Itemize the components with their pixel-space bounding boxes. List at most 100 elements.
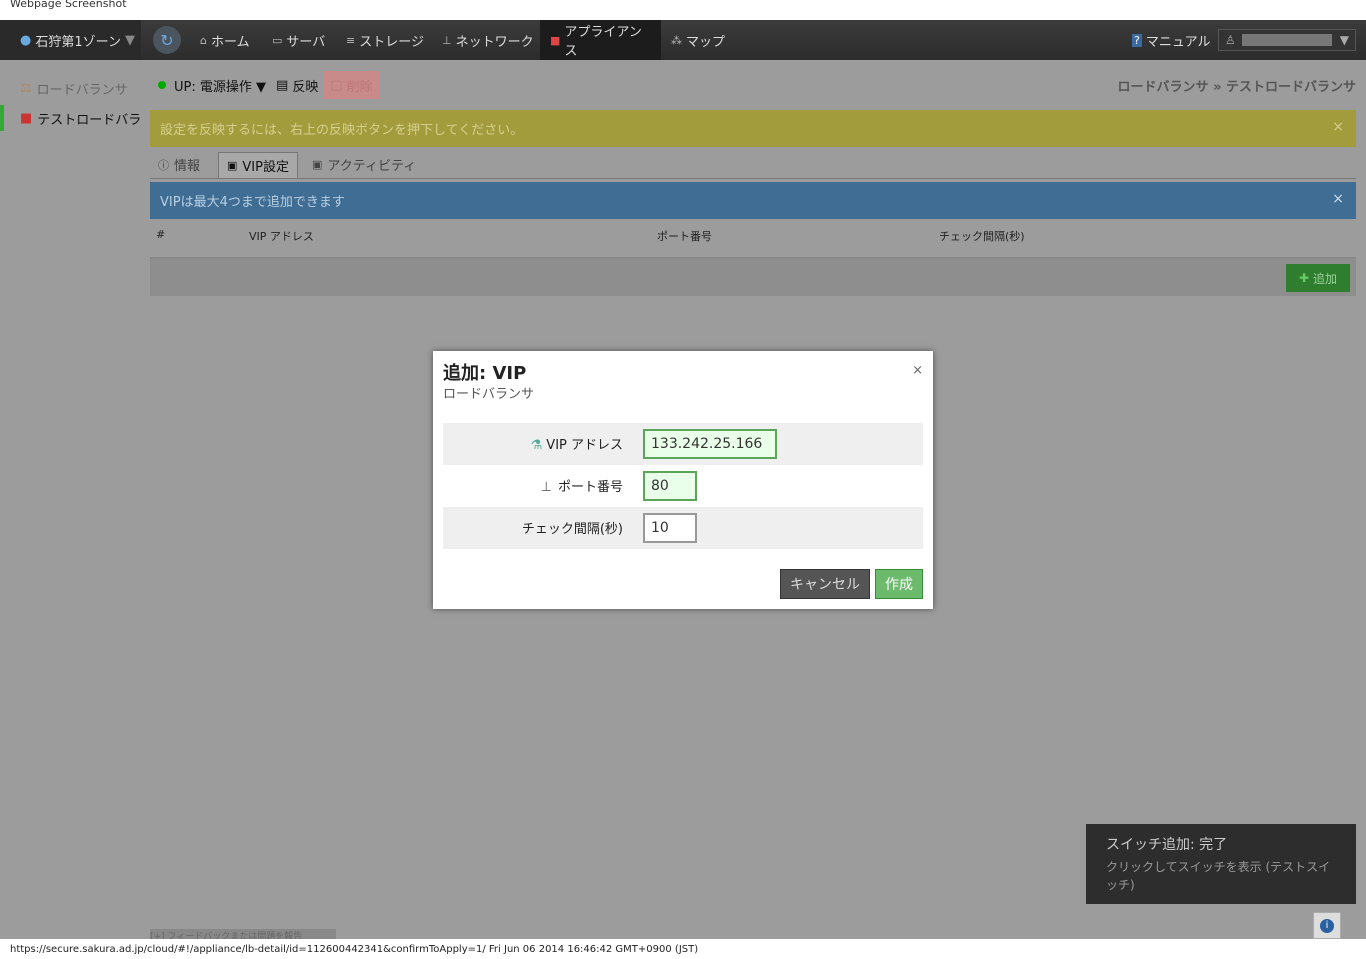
vip-limit-alert: VIPは最大4つまで追加できます ×	[150, 182, 1356, 219]
tab-vip-settings[interactable]: ▣ VIP設定	[218, 152, 298, 178]
appliance-icon: ■	[20, 110, 33, 126]
vip-address-label: ⚗ VIP アドレス	[531, 434, 623, 453]
col-port: ポート番号	[657, 230, 712, 243]
map-icon: ⁂	[671, 33, 682, 47]
chevron-down-icon: ▼	[1339, 33, 1349, 47]
vip-address-label-text: VIP アドレス	[546, 438, 623, 453]
user-icon: ♙	[1225, 33, 1236, 47]
apply-alert-text: 設定を反映するには、右上の反映ボタンを押下してください。	[160, 123, 524, 138]
sidebar-item-label: ロードバランサ	[36, 82, 128, 98]
delete-label: 削除	[346, 79, 373, 95]
apply-label: 反映	[292, 79, 319, 95]
toast-body: クリックしてスイッチを表示 (テストスイッチ)	[1106, 860, 1331, 892]
add-label: 追加	[1313, 271, 1338, 286]
tab-bar: ⓘ 情報 ▣ VIP設定 ▣ アクティビティ	[150, 152, 1356, 179]
dialog-subtitle: ロードバランサ	[443, 387, 535, 402]
port-label: ⊥ ポート番号	[541, 476, 623, 495]
chevron-down-icon: ▼	[256, 79, 267, 95]
monitor-icon: ▣	[312, 158, 323, 171]
sidebar-item-label: テストロードバランサ	[37, 112, 141, 128]
nav-storage[interactable]: ≡ ストレージ	[336, 20, 434, 60]
apply-button[interactable]: ▤ 反映	[276, 76, 318, 95]
nav-map-label: マップ	[686, 34, 726, 50]
zone-selector[interactable]: ● 石狩第1ゾーン ▼	[0, 20, 141, 60]
sidebar: ⚖ ロードバランサ ■ テストロードバランサ	[0, 60, 141, 939]
help-icon: ?	[1132, 33, 1142, 47]
power-menu[interactable]: UP: 電源操作 ▼	[174, 76, 266, 95]
appliance-icon: ■	[550, 33, 561, 47]
sidebar-item-loadbalancer[interactable]: ⚖ ロードバランサ	[0, 75, 141, 101]
home-icon: ⌂	[200, 33, 207, 47]
cancel-button[interactable]: キャンセル	[780, 569, 870, 599]
plus-icon: ✚	[1298, 271, 1310, 285]
table-footer: ✚ 追加	[150, 259, 1356, 296]
nav-appliance-label: アプライアンス	[564, 25, 642, 59]
vip-table-header: # VIP アドレス ポート番号 チェック間隔(秒)	[150, 225, 1356, 259]
dialog-title: 追加: VIP	[443, 363, 527, 384]
storage-icon: ≡	[346, 33, 356, 47]
port-label-text: ポート番号	[557, 480, 623, 495]
create-button[interactable]: 作成	[875, 569, 923, 599]
form-row-vip: ⚗ VIP アドレス 133.242.25.166	[443, 423, 923, 465]
toast-title: スイッチ追加: 完了	[1106, 837, 1228, 853]
nav-network-label: ネットワーク	[455, 34, 534, 50]
breadcrumb: ロードバランサ » テストロードバランサ	[1117, 80, 1356, 95]
info-icon: i	[1320, 918, 1334, 933]
port-input[interactable]: 80	[643, 471, 697, 501]
form-row-port: ⊥ ポート番号 80	[443, 465, 923, 507]
manual-label: マニュアル	[1145, 34, 1211, 50]
user-name-redacted	[1241, 34, 1332, 46]
nav-storage-label: ストレージ	[359, 34, 424, 50]
add-vip-dialog: 追加: VIP ロードバランサ × ⚗ VIP アドレス 133.242.25.1…	[433, 351, 933, 609]
vip-address-input[interactable]: 133.242.25.166	[643, 429, 777, 459]
form-row-interval: チェック間隔(秒) 10	[443, 507, 923, 549]
monitor-icon: ▣	[227, 159, 238, 172]
flask-icon: ⚗	[530, 438, 543, 453]
feedback-link[interactable]: [+] フィードバックまたは問題を報告	[150, 929, 336, 939]
info-icon: ⓘ	[158, 158, 169, 172]
col-check-interval: チェック間隔(秒)	[939, 230, 1025, 243]
browser-caption: Webpage Screenshot	[10, 0, 127, 10]
network-icon: ⊥	[540, 480, 552, 495]
network-icon: ⊥	[442, 33, 452, 47]
globe-icon: ●	[20, 32, 32, 48]
server-icon: ▭	[272, 33, 283, 47]
notification-toast[interactable]: スイッチ追加: 完了 クリックしてスイッチを表示 (テストスイッチ)	[1086, 824, 1356, 904]
refresh-button[interactable]: ↻	[153, 26, 181, 54]
nav-appliance[interactable]: ■ アプライアンス	[540, 20, 661, 60]
col-index: #	[156, 228, 166, 241]
nav-home[interactable]: ⌂ ホーム	[190, 20, 260, 60]
nav-server[interactable]: ▭ サーバ	[262, 20, 335, 60]
sidebar-item-test-loadbalancer[interactable]: ■ テストロードバランサ	[0, 105, 141, 131]
close-icon[interactable]: ×	[1332, 119, 1344, 135]
close-icon[interactable]: ×	[912, 363, 923, 378]
tab-info[interactable]: ⓘ 情報	[150, 152, 208, 177]
close-icon[interactable]: ×	[1332, 191, 1344, 207]
browser-status-bar: https://secure.sakura.ad.jp/cloud/#!/app…	[0, 939, 1366, 959]
nav-home-label: ホーム	[210, 34, 250, 50]
check-interval-input[interactable]: 10	[643, 513, 697, 543]
nav-network[interactable]: ⊥ ネットワーク	[432, 20, 544, 60]
manual-link[interactable]: ? マニュアル	[1122, 20, 1220, 60]
status-dot-icon	[158, 81, 166, 89]
tab-info-label: 情報	[174, 159, 201, 174]
delete-icon: ▢	[330, 77, 343, 93]
top-navbar: ● 石狩第1ゾーン ▼ ↻ ⌂ ホーム ▭ サーバ ≡ ストレージ ⊥ ネットワ…	[0, 20, 1366, 60]
apply-alert: 設定を反映するには、右上の反映ボタンを押下してください。 ×	[150, 110, 1356, 147]
zone-label: 石狩第1ゾーン	[35, 34, 121, 50]
tab-activity-label: アクティビティ	[327, 159, 417, 174]
refresh-icon: ↻	[160, 30, 174, 50]
chevron-down-icon: ▼	[124, 32, 135, 48]
apply-icon: ▤	[276, 77, 289, 93]
nav-map[interactable]: ⁂ マップ	[661, 20, 735, 60]
balance-icon: ⚖	[20, 80, 32, 96]
tab-activity[interactable]: ▣ アクティビティ	[304, 152, 424, 177]
user-menu[interactable]: ♙ ▼	[1218, 29, 1356, 51]
info-button[interactable]: i	[1313, 912, 1341, 939]
add-vip-button[interactable]: ✚ 追加	[1286, 264, 1350, 292]
vip-alert-text: VIPは最大4つまで追加できます	[160, 195, 345, 210]
power-status-label: UP: 電源操作	[174, 79, 252, 95]
col-vip-address: VIP アドレス	[249, 230, 314, 243]
delete-button[interactable]: ▢ 削除	[324, 71, 379, 99]
nav-server-label: サーバ	[286, 34, 326, 50]
